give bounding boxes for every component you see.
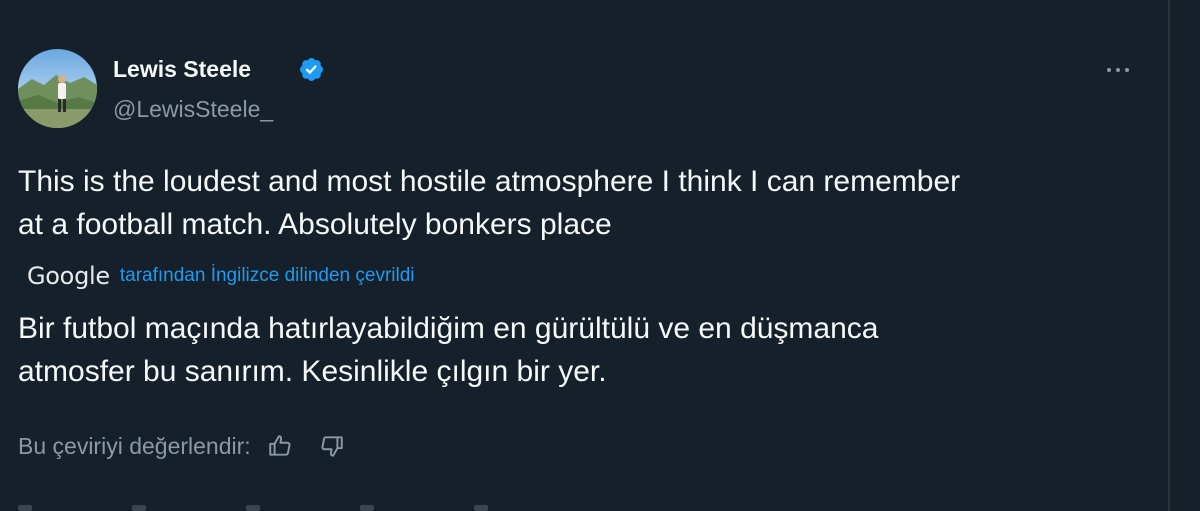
author-handle[interactable]: @LewisSteele_ bbox=[113, 94, 273, 124]
translated-text-line: atmosfer bu sanırım. Kesinlikle çılgın b… bbox=[18, 355, 607, 388]
tweet-text-line: This is the loudest and most hostile atm… bbox=[18, 165, 961, 198]
rate-translation-label: Bu çeviriyi değerlendir: bbox=[18, 432, 251, 459]
thumbs-down-icon bbox=[321, 436, 343, 457]
tweet-text-line: at a football match. Absolutely bonkers … bbox=[18, 208, 612, 241]
avatar-image bbox=[18, 49, 97, 128]
author-display-name[interactable]: Lewis Steele bbox=[113, 54, 251, 84]
translated-text-line: Bir futbol maçında hatırlayabildiğim en … bbox=[18, 312, 879, 345]
rate-translation-row: Bu çeviriyi değerlendir: bbox=[18, 430, 347, 462]
translation-attribution: Google tarafından İngilizce dilinden çev… bbox=[27, 260, 415, 292]
thumbs-down-button[interactable] bbox=[317, 431, 347, 461]
thumbs-up-button[interactable] bbox=[265, 431, 295, 461]
avatar[interactable] bbox=[18, 49, 97, 128]
verified-badge-icon[interactable] bbox=[298, 56, 325, 83]
cropped-content-edge bbox=[18, 498, 618, 511]
more-horizontal-icon bbox=[1116, 68, 1120, 72]
tweet-panel: Lewis Steele @LewisSteele_ This is the l… bbox=[0, 0, 1168, 511]
timeline-border bbox=[1168, 0, 1170, 511]
thumbs-up-icon bbox=[268, 435, 291, 456]
more-horizontal-icon bbox=[1125, 68, 1129, 72]
more-horizontal-icon bbox=[1107, 68, 1111, 72]
tweet-text: This is the loudest and most hostile atm… bbox=[18, 160, 1148, 246]
google-logo: Google bbox=[27, 262, 110, 290]
translated-text: Bir futbol maçında hatırlayabildiğim en … bbox=[18, 307, 1148, 393]
translation-attribution-link[interactable]: tarafından İngilizce dilinden çevrildi bbox=[120, 265, 415, 287]
more-options-button[interactable] bbox=[1096, 56, 1140, 84]
